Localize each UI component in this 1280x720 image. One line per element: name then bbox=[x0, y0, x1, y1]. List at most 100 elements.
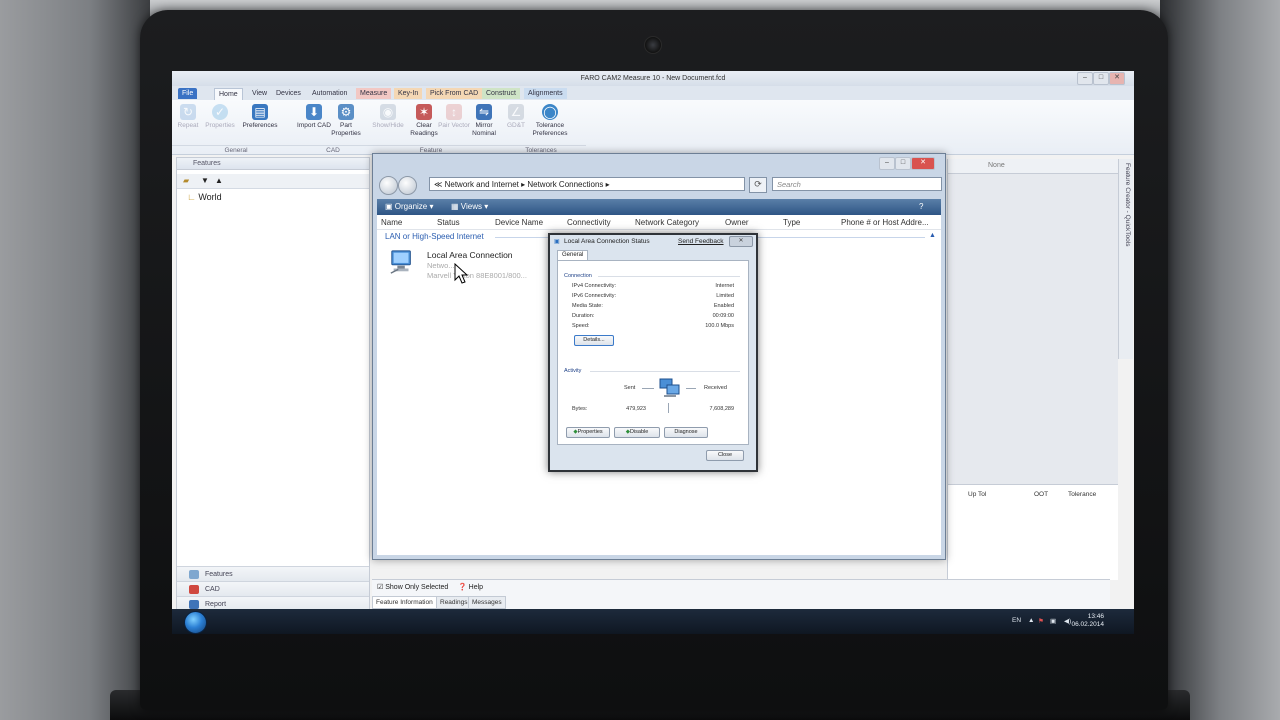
network-folder-icon: ≪ bbox=[434, 180, 443, 189]
bytes-sent: 479,923 bbox=[626, 406, 646, 412]
col-device-name[interactable]: Device Name bbox=[495, 218, 543, 227]
properties-button[interactable]: ✓ Properties bbox=[200, 104, 240, 130]
tab-messages[interactable]: Messages bbox=[468, 596, 506, 609]
clear-readings-icon: ✶ bbox=[416, 104, 432, 120]
help-icon: ❓ bbox=[458, 584, 467, 591]
help-icon[interactable]: ? bbox=[919, 201, 923, 213]
minimize-button[interactable]: – bbox=[1077, 72, 1093, 85]
col-up-tol[interactable]: Up Tol bbox=[968, 491, 986, 498]
ribbon-group-general: General bbox=[172, 145, 300, 155]
tab-home[interactable]: Home bbox=[214, 88, 243, 100]
cad-icon bbox=[189, 585, 199, 594]
connection-network: Netwo... bbox=[427, 261, 455, 270]
network-adapter-icon bbox=[390, 250, 411, 274]
clock-time: 13:46 bbox=[1087, 613, 1104, 620]
views-menu[interactable]: ▦ Views ▾ bbox=[451, 201, 488, 213]
tab-file[interactable]: File bbox=[178, 88, 198, 99]
part-properties-button[interactable]: ⚙ Part Properties bbox=[326, 104, 366, 138]
group-header[interactable]: LAN or High-Speed Internet bbox=[385, 232, 484, 241]
language-indicator[interactable]: EN bbox=[1012, 617, 1021, 624]
start-button[interactable] bbox=[184, 611, 207, 634]
col-connectivity[interactable]: Connectivity bbox=[567, 218, 611, 227]
tab-automation[interactable]: Automation bbox=[308, 88, 351, 99]
laptop-screen: FARO CAM2 Measure 10 - New Document.fcd … bbox=[172, 71, 1134, 634]
bytes-divider bbox=[668, 403, 669, 413]
diagnose-button[interactable]: Diagnose bbox=[664, 427, 708, 438]
filter-select[interactable]: None bbox=[988, 162, 1005, 169]
show-hide-icon: ◉ bbox=[380, 104, 396, 120]
explorer-close-button[interactable]: ✕ bbox=[911, 157, 935, 170]
properties-button[interactable]: ◆Properties bbox=[566, 427, 610, 438]
tree-item-world[interactable]: ∟ World bbox=[187, 192, 222, 202]
tab-pick-from-cad[interactable]: Pick From CAD bbox=[426, 88, 483, 99]
volume-icon[interactable]: ◀) bbox=[1064, 617, 1071, 625]
col-network-category[interactable]: Network Category bbox=[635, 218, 699, 227]
nav-features[interactable]: Features bbox=[177, 566, 369, 581]
collapse-icon[interactable]: ▼ bbox=[201, 176, 209, 185]
column-header-row: Name Status Device Name Connectivity Net… bbox=[377, 215, 941, 230]
help-link[interactable]: ❓ Help bbox=[458, 583, 483, 591]
dialog-close-button[interactable]: ✕ bbox=[729, 236, 753, 247]
app-title: FARO CAM2 Measure 10 - New Document.fcd bbox=[580, 75, 726, 82]
tab-feature-information[interactable]: Feature Information bbox=[372, 596, 437, 609]
col-type[interactable]: Type bbox=[783, 218, 800, 227]
back-button[interactable] bbox=[379, 176, 398, 195]
send-feedback-link[interactable]: Send Feedback bbox=[678, 238, 724, 245]
mouse-cursor-icon bbox=[454, 263, 468, 284]
organize-menu[interactable]: ▣ Organize ▾ bbox=[385, 201, 434, 213]
tolerance-preferences-button[interactable]: ◯ Tolerance Preferences bbox=[528, 104, 572, 138]
ipv4-value: Internet bbox=[715, 283, 734, 289]
forward-button[interactable] bbox=[398, 176, 417, 195]
section-divider bbox=[590, 371, 740, 372]
tab-general[interactable]: General bbox=[557, 250, 589, 260]
address-bar[interactable]: ≪ Network and Internet ▸ Network Connect… bbox=[429, 177, 745, 191]
preferences-button[interactable]: ▤ Preferences bbox=[240, 104, 280, 130]
nav-cad[interactable]: CAD bbox=[177, 581, 369, 596]
tray-expand-icon[interactable]: ▲ bbox=[1028, 617, 1034, 624]
close-dialog-button[interactable]: Close bbox=[706, 450, 744, 461]
features-panel: Features ▰ ▼ ▲ ∟ World Features CAD Repo… bbox=[176, 157, 370, 611]
collapse-group-icon[interactable]: ▲ bbox=[929, 232, 936, 239]
app-title-bar: FARO CAM2 Measure 10 - New Document.fcd bbox=[172, 71, 1134, 86]
ipv6-value: Limited bbox=[716, 293, 734, 299]
ribbon: ↻ Repeat ✓ Properties ▤ Preferences ⬇ Import… bbox=[172, 100, 1134, 155]
col-name[interactable]: Name bbox=[381, 218, 402, 227]
tab-construct[interactable]: Construct bbox=[482, 88, 520, 99]
folder-icon[interactable]: ▰ bbox=[183, 176, 189, 185]
taskbar-clock[interactable]: 13:46 06.02.2014 bbox=[1071, 613, 1104, 629]
tab-alignments[interactable]: Alignments bbox=[524, 88, 567, 99]
col-phone-host[interactable]: Phone # or Host Addre... bbox=[841, 218, 929, 227]
right-panel: None Up Tol OOT Tolerance bbox=[947, 159, 1118, 580]
close-button[interactable]: ✕ bbox=[1109, 72, 1125, 85]
disable-button[interactable]: ◆Disable bbox=[614, 427, 660, 438]
tab-view[interactable]: View bbox=[248, 88, 271, 99]
expand-icon[interactable]: ▲ bbox=[215, 176, 223, 185]
explorer-command-bar: ▣ Organize ▾ ▦ Views ▾ ? bbox=[377, 199, 941, 215]
col-status[interactable]: Status bbox=[437, 218, 460, 227]
col-oot[interactable]: OOT bbox=[1034, 491, 1048, 498]
breadcrumb-network-and-internet[interactable]: Network and Internet bbox=[445, 180, 519, 189]
windows-taskbar: EN ▲ ⚑ ▣ ◀) 13:46 06.02.2014 bbox=[172, 609, 1134, 634]
col-owner[interactable]: Owner bbox=[725, 218, 749, 227]
right-panel-header: None bbox=[948, 159, 1118, 174]
tab-key-in[interactable]: Key-In bbox=[394, 88, 423, 99]
quicktools-side-tab[interactable]: Feature Creator - QuickTools bbox=[1118, 159, 1133, 359]
breadcrumb-network-connections[interactable]: Network Connections bbox=[527, 180, 603, 189]
col-tolerance[interactable]: Tolerance bbox=[1068, 491, 1096, 498]
gdt-icon: ∠ bbox=[508, 104, 524, 120]
explorer-maximize-button[interactable]: □ bbox=[895, 157, 911, 170]
details-button[interactable]: Details... bbox=[574, 335, 614, 346]
refresh-button[interactable]: ⟳ bbox=[749, 177, 767, 193]
maximize-button[interactable]: □ bbox=[1093, 72, 1109, 85]
action-center-icon[interactable]: ⚑ bbox=[1038, 617, 1044, 625]
show-only-selected-checkbox[interactable]: ☑ Show Only Selected bbox=[377, 583, 448, 591]
connection-adapter: Marvell Yukon 88E8001/800... bbox=[427, 271, 527, 280]
explorer-minimize-button[interactable]: – bbox=[879, 157, 895, 170]
tab-readings[interactable]: Readings bbox=[436, 596, 472, 609]
section-divider bbox=[598, 276, 740, 277]
search-input[interactable]: Search bbox=[772, 177, 942, 191]
tab-measure[interactable]: Measure bbox=[356, 88, 392, 99]
show-hide-button[interactable]: ◉ Show/Hide bbox=[368, 104, 408, 130]
network-icon[interactable]: ▣ bbox=[1050, 617, 1056, 625]
tab-devices[interactable]: Devices bbox=[272, 88, 305, 99]
